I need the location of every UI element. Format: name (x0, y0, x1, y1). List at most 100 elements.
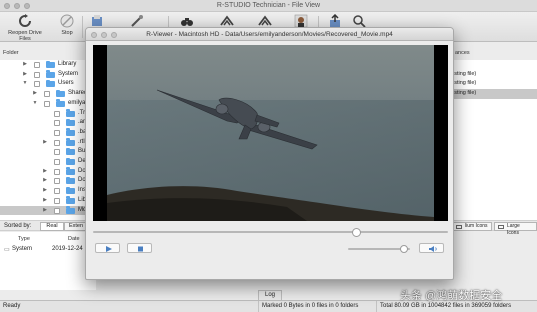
list-item-selected[interactable]: isting file) (452, 89, 537, 99)
status-ready: Ready (3, 303, 21, 309)
medium-icons-label: lium Icons (465, 223, 488, 229)
expand-icon[interactable]: ▶ (42, 186, 48, 196)
folder-icon (66, 128, 75, 136)
disk-icon: ▭ (4, 247, 10, 253)
tree-row-selected[interactable]: ▶ Mo (0, 205, 96, 216)
play-icon (106, 246, 112, 252)
tree-checkbox[interactable] (54, 110, 60, 117)
tree-checkbox[interactable] (34, 71, 40, 78)
tree-checkbox[interactable] (54, 120, 60, 127)
tree-row[interactable]: ▶ .rtl (0, 138, 96, 148)
tree-checkbox[interactable] (54, 178, 60, 185)
video-frame[interactable] (93, 45, 448, 221)
tree-label: System (58, 70, 79, 77)
tree-checkbox[interactable] (54, 207, 60, 214)
viewer-titlebar[interactable]: R-Viewer - Macintosh HD - Data/Users/emi… (86, 28, 453, 41)
folder-tree[interactable]: ▶ Library ▶ System ▼ Users ▶ Shared ▼ em… (0, 60, 96, 220)
reopen-drive-files-button[interactable]: Reopen Drive Files (3, 14, 47, 42)
stop-label: Stop (61, 30, 73, 36)
log-tab[interactable]: Log (258, 290, 282, 300)
tree-checkbox[interactable] (34, 81, 40, 88)
list-item[interactable]: isting file) (452, 79, 537, 89)
hex-editor-icon (220, 15, 234, 26)
binoculars-icon (181, 18, 193, 26)
main-titlebar: R-STUDIO Technician - File View (0, 0, 537, 12)
user-icon (294, 14, 308, 28)
tree-row[interactable]: ▶ Dow (0, 176, 96, 186)
column-header-type[interactable]: Type (18, 236, 30, 242)
tree-row[interactable]: ▶ Library (0, 60, 96, 70)
tree-checkbox[interactable] (44, 91, 50, 98)
folder-panel-header: Folder (3, 50, 19, 56)
folder-icon (66, 138, 75, 146)
tree-label: .rtl (78, 138, 85, 145)
play-button[interactable] (95, 243, 120, 253)
large-icons-button[interactable]: Large Icons (494, 222, 537, 236)
file-list-partial[interactable]: isting file) isting file) isting file) (452, 60, 537, 220)
folder-icon (66, 109, 75, 117)
reopen-icon (19, 14, 31, 27)
tree-checkbox[interactable] (54, 168, 60, 175)
tree-row[interactable]: ▶ System (0, 70, 96, 80)
tree-row[interactable]: ▼ emilya (0, 99, 96, 109)
collapse-icon[interactable]: ▼ (22, 79, 28, 89)
seek-slider[interactable] (93, 228, 448, 237)
expand-icon[interactable]: ▶ (22, 70, 28, 80)
right-panel-header: ances (455, 50, 470, 56)
folder-icon (66, 186, 75, 195)
reopen-label: Reopen Drive Files (8, 30, 42, 42)
seek-knob[interactable] (351, 228, 361, 237)
app-title: R-STUDIO Technician - File View (216, 2, 321, 9)
volume-knob[interactable] (399, 245, 408, 253)
stop-button[interactable]: Stop (56, 14, 78, 36)
tree-row[interactable]: Des (0, 157, 96, 167)
type-value: System (12, 246, 33, 252)
folder-icon (46, 70, 55, 78)
expand-icon[interactable]: ▶ (42, 196, 48, 206)
tree-checkbox[interactable] (54, 159, 60, 165)
tree-label: Users (58, 80, 74, 87)
tree-label: emilya (68, 99, 86, 106)
tree-label: Library (58, 61, 77, 67)
mute-button[interactable] (419, 243, 444, 253)
tree-row[interactable]: ▶ Ins (0, 186, 96, 196)
stop-playback-button[interactable] (127, 243, 152, 253)
tree-row[interactable]: Buy (0, 147, 96, 157)
sort-segment-real[interactable]: Real (40, 222, 64, 231)
tree-row[interactable]: ▼ Users (0, 79, 96, 89)
tree-checkbox[interactable] (54, 197, 60, 204)
folder-icon (66, 118, 75, 127)
list-item[interactable]: isting file) (452, 70, 537, 80)
tree-row[interactable]: ▶ Libr (0, 196, 96, 206)
tree-row[interactable]: .Tra (0, 109, 96, 119)
properties-table: Type Date ▭ System 2019-12-24 (0, 232, 96, 290)
export-icon (330, 14, 340, 27)
tree-checkbox[interactable] (34, 62, 40, 68)
expand-icon[interactable]: ▶ (32, 89, 38, 99)
volume-slider[interactable] (348, 245, 410, 253)
search-icon (353, 15, 366, 28)
tree-checkbox[interactable] (54, 139, 60, 146)
expand-icon[interactable]: ▶ (42, 138, 48, 148)
seek-track[interactable] (93, 231, 448, 233)
video-image (107, 45, 434, 221)
collapse-icon[interactable]: ▼ (32, 99, 38, 109)
tree-row[interactable]: .an (0, 118, 96, 128)
watermark: 头条 @鸿萌数据安全 (400, 290, 503, 302)
tree-row[interactable]: .ba (0, 128, 96, 138)
tree-checkbox[interactable] (54, 188, 60, 195)
expand-icon[interactable]: ▶ (42, 206, 48, 216)
tree-checkbox[interactable] (54, 149, 60, 156)
folder-icon (66, 167, 75, 175)
expand-icon[interactable]: ▶ (22, 60, 28, 70)
medium-icons-button[interactable]: lium Icons (452, 222, 492, 231)
expand-icon[interactable]: ▶ (42, 176, 48, 186)
recover-icon (92, 15, 102, 26)
tree-row[interactable]: ▶ Doc (0, 167, 96, 177)
tree-row[interactable]: ▶ Shared (0, 89, 96, 99)
folder-icon (46, 60, 55, 68)
column-header-date[interactable]: Date (68, 236, 80, 242)
expand-icon[interactable]: ▶ (42, 167, 48, 177)
tree-checkbox[interactable] (54, 129, 60, 136)
tree-checkbox[interactable] (44, 100, 50, 107)
